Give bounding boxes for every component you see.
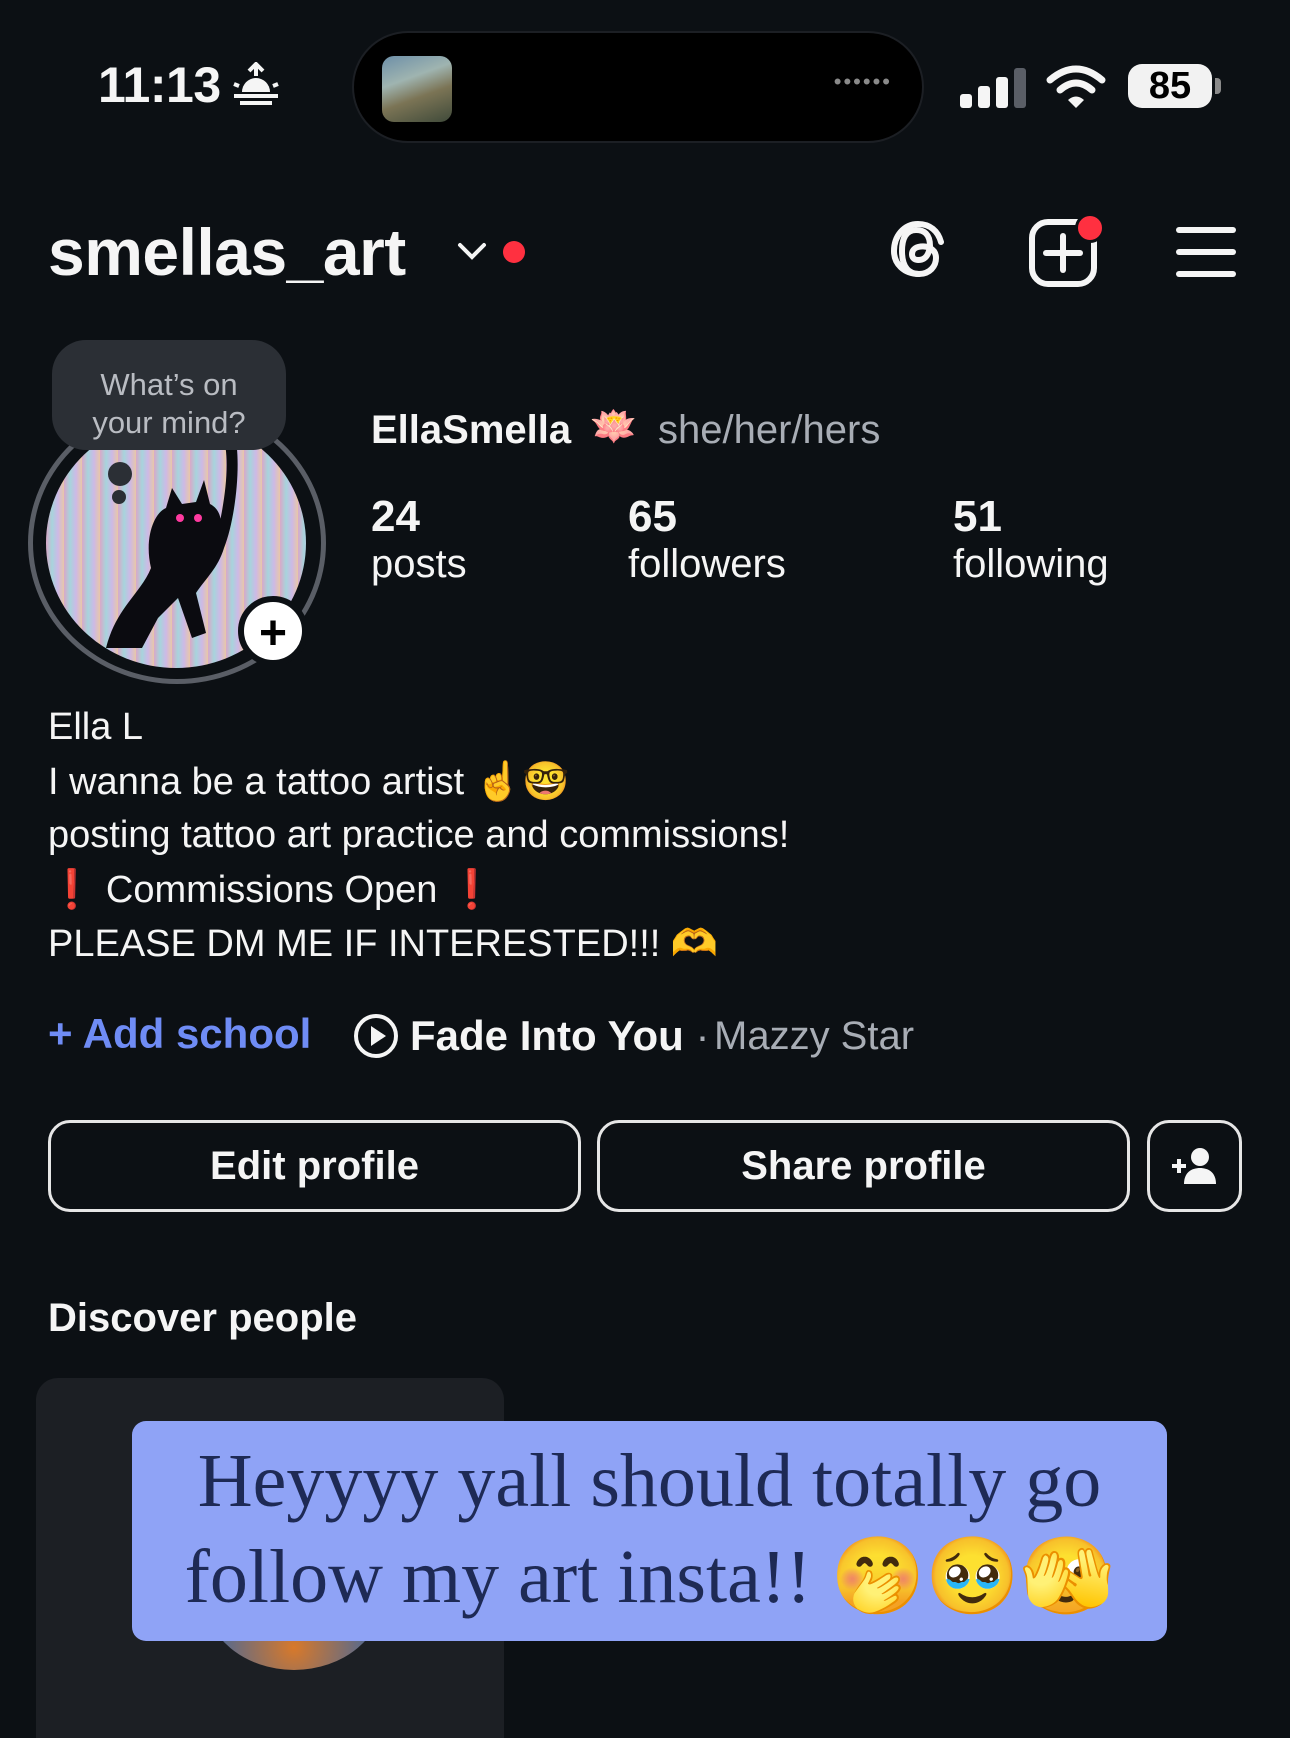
bio-line-1: I wanna be a tattoo artist ☝️🤓 bbox=[48, 760, 569, 804]
add-school-label: Add school bbox=[82, 1010, 312, 1057]
exclamation-icon: ❗ bbox=[48, 869, 96, 911]
bio-line-1-emoji: ☝️🤓 bbox=[474, 761, 570, 803]
note-bubble-tail-small bbox=[112, 490, 126, 504]
now-playing-thumbnail bbox=[382, 56, 452, 122]
lotus-emoji: 🪷 bbox=[590, 406, 638, 448]
bio-line-2: posting tattoo art practice and commissi… bbox=[48, 814, 790, 856]
note-bubble-line2: your mind? bbox=[92, 405, 246, 440]
bio-line-4: PLEASE DM ME IF INTERESTED!!! 🫶 bbox=[48, 922, 718, 966]
exclamation-icon: ❗ bbox=[448, 869, 496, 911]
stat-following[interactable]: 51 following bbox=[953, 492, 1109, 587]
create-notification-dot bbox=[1075, 213, 1105, 243]
battery-tip bbox=[1215, 78, 1221, 94]
add-school-link[interactable]: + Add school bbox=[48, 1010, 311, 1058]
profile-song[interactable]: Fade Into You · bbox=[410, 1012, 709, 1060]
song-artist: Mazzy Star bbox=[714, 1014, 915, 1058]
text-sticker-overlay: Heyyyy yall should totally go follow my … bbox=[132, 1421, 1167, 1641]
dynamic-island[interactable]: •••••• bbox=[352, 31, 924, 143]
plus-icon: + bbox=[48, 1010, 83, 1057]
signal-icon bbox=[960, 66, 1028, 115]
bio-line-4-text: PLEASE DM ME IF INTERESTED!!! bbox=[48, 923, 661, 965]
stat-posts-value: 24 bbox=[371, 492, 420, 541]
threads-icon[interactable] bbox=[886, 216, 950, 291]
song-title: Fade Into You bbox=[410, 1012, 684, 1059]
chevron-down-icon[interactable] bbox=[456, 240, 488, 267]
stat-following-value: 51 bbox=[953, 492, 1002, 541]
stat-posts[interactable]: 24 posts bbox=[371, 492, 467, 587]
song-separator: · bbox=[695, 1012, 710, 1059]
note-bubble[interactable]: What’s on your mind? bbox=[52, 340, 286, 450]
bio-line-3: ❗ Commissions Open ❗ bbox=[48, 868, 495, 912]
bio-name: Ella L bbox=[48, 706, 144, 748]
pronouns: she/her/hers bbox=[658, 408, 881, 452]
heart-hands-emoji: 🫶 bbox=[670, 923, 719, 965]
sunrise-icon bbox=[230, 61, 282, 111]
display-name: EllaSmella bbox=[371, 408, 572, 452]
bio-line-3-text: Commissions Open bbox=[105, 869, 438, 911]
stat-following-label: following bbox=[953, 542, 1109, 586]
add-person-icon bbox=[1171, 1148, 1216, 1184]
stat-posts-label: posts bbox=[371, 542, 467, 586]
account-switcher-username[interactable]: smellas_art bbox=[48, 214, 406, 290]
bio-line-1-text: I wanna be a tattoo artist bbox=[48, 761, 465, 803]
play-icon[interactable] bbox=[352, 1012, 400, 1065]
audio-indicator-icon: •••••• bbox=[833, 69, 892, 94]
wifi-icon bbox=[1046, 64, 1106, 115]
notification-dot bbox=[503, 241, 525, 263]
menu-icon[interactable] bbox=[1176, 226, 1236, 283]
add-story-button[interactable]: + bbox=[238, 596, 308, 666]
stat-followers-value: 65 bbox=[628, 492, 677, 541]
edit-profile-button[interactable]: Edit profile bbox=[48, 1120, 581, 1212]
stat-followers-label: followers bbox=[628, 542, 786, 586]
add-person-button[interactable] bbox=[1147, 1120, 1242, 1212]
status-time: 11:13 bbox=[98, 57, 221, 113]
share-profile-button[interactable]: Share profile bbox=[597, 1120, 1130, 1212]
sticker-line-1: Heyyyy yall should totally go bbox=[197, 1439, 1102, 1523]
note-bubble-tail bbox=[108, 462, 132, 486]
battery-icon: 85 bbox=[1128, 64, 1212, 108]
sticker-emoji: 🤭🥹🫣 bbox=[830, 1535, 1115, 1619]
stat-followers[interactable]: 65 followers bbox=[628, 492, 786, 587]
discover-people-title: Discover people bbox=[48, 1296, 358, 1340]
sticker-line-2-text: follow my art insta!! bbox=[184, 1535, 812, 1619]
sticker-line-2: follow my art insta!! 🤭🥹🫣 bbox=[132, 1529, 1167, 1625]
note-bubble-line1: What’s on bbox=[100, 367, 238, 402]
